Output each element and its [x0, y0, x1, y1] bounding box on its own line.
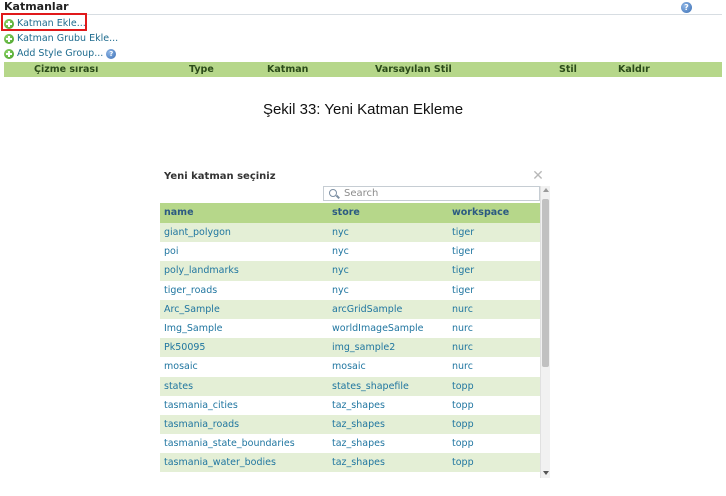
column-header-store[interactable]: store — [326, 203, 448, 223]
table-row[interactable]: tasmania_roads taz_shapes topp — [160, 414, 540, 435]
cell-name[interactable]: tasmania_roads — [160, 415, 326, 434]
cell-store: img_sample2 — [332, 342, 396, 354]
table-row[interactable]: tiger_roads nyc tiger — [160, 281, 540, 300]
add-layer-link[interactable]: Katman Ekle... — [4, 16, 722, 31]
cell-name[interactable]: poly_landmarks — [160, 261, 326, 280]
layer-table-header: Çizme sırası Type Katman Varsayılan Stil… — [4, 62, 722, 77]
column-header-remove[interactable]: Kaldır — [618, 62, 650, 77]
cell-workspace: topp — [452, 438, 474, 450]
cell-workspace: topp — [452, 380, 474, 392]
cell-store: taz_shapes — [332, 457, 385, 469]
cell-name[interactable]: tasmania_water_bodies — [160, 453, 326, 472]
cell-workspace: nurc — [452, 303, 473, 315]
cell-workspace: tiger — [452, 246, 475, 258]
search-row: Search — [160, 186, 551, 201]
cell-store: arcGridSample — [332, 303, 403, 315]
table-row[interactable]: tasmania_state_boundaries taz_shapes topp — [160, 434, 540, 453]
table-row[interactable]: Img_Sample worldImageSample nurc — [160, 319, 540, 338]
help-icon[interactable]: ? — [681, 2, 692, 13]
cell-store: nyc — [332, 265, 349, 277]
cell-store: mosaic — [332, 361, 366, 373]
select-layer-dialog: Yeni katman seçiniz ✕ Search name store … — [160, 168, 551, 480]
cell-workspace: tiger — [452, 284, 475, 296]
cell-name[interactable]: poi — [160, 242, 326, 261]
cell-name[interactable]: Pk50095 — [160, 338, 326, 357]
close-icon[interactable]: ✕ — [531, 169, 545, 183]
dialog-title-text: Yeni katman seçiniz — [164, 171, 276, 182]
cell-store: states_shapefile — [332, 380, 409, 392]
scroll-down-arrow-icon[interactable] — [543, 471, 549, 475]
cell-workspace: topp — [452, 457, 474, 469]
scroll-thumb[interactable] — [542, 199, 549, 367]
table-row[interactable]: states states_shapefile topp — [160, 376, 540, 396]
column-header-style[interactable]: Stil — [559, 62, 577, 77]
vertical-scrollbar[interactable] — [540, 186, 550, 478]
cell-workspace: nurc — [452, 342, 473, 354]
cell-name[interactable]: mosaic — [160, 357, 326, 376]
cell-store: nyc — [332, 246, 349, 258]
column-header-type[interactable]: Type — [189, 62, 214, 77]
cell-store: taz_shapes — [332, 399, 385, 411]
add-icon — [4, 48, 14, 59]
add-style-group-link[interactable]: Add Style Group... ? — [4, 46, 722, 61]
cell-name[interactable]: tasmania_cities — [160, 396, 326, 415]
add-icon — [4, 33, 14, 44]
cell-workspace: nurc — [452, 361, 473, 373]
cell-workspace: tiger — [452, 265, 475, 277]
help-icon[interactable]: ? — [106, 48, 117, 59]
add-style-group-label: Add Style Group... — [17, 47, 104, 59]
cell-workspace: topp — [452, 399, 474, 411]
table-row[interactable]: Pk50095 img_sample2 nurc — [160, 338, 540, 358]
cell-name[interactable]: Img_Sample — [160, 319, 326, 338]
add-layer-group-link[interactable]: Katman Grubu Ekle... — [4, 31, 722, 46]
cell-workspace: tiger — [452, 227, 475, 238]
add-layer-group-label: Katman Grubu Ekle... — [17, 32, 119, 44]
cell-name[interactable]: tasmania_state_boundaries — [160, 434, 326, 453]
cell-workspace: topp — [452, 418, 474, 430]
table-row[interactable]: tasmania_water_bodies taz_shapes topp — [160, 453, 540, 473]
cell-store: taz_shapes — [332, 438, 385, 450]
panel-title: Katmanlar — [4, 0, 69, 13]
add-icon — [4, 18, 14, 29]
column-header-workspace[interactable]: workspace — [448, 203, 540, 223]
table-row[interactable]: mosaic mosaic nurc — [160, 357, 540, 376]
grid-header: name store workspace — [160, 203, 540, 223]
cell-name[interactable]: tiger_roads — [160, 281, 326, 300]
layer-grid: name store workspace giant_polygon nyc tig… — [160, 203, 540, 473]
table-row[interactable]: giant_polygon nyc tiger — [160, 223, 540, 243]
cell-store: worldImageSample — [332, 322, 424, 334]
cell-workspace: nurc — [452, 322, 473, 334]
cell-store: taz_shapes — [332, 418, 385, 430]
table-row[interactable]: poi nyc tiger — [160, 242, 540, 261]
column-header-name[interactable]: name — [160, 203, 326, 223]
dialog-title: Yeni katman seçiniz ✕ — [160, 168, 551, 186]
table-row[interactable]: tasmania_cities taz_shapes topp — [160, 396, 540, 415]
cell-store: nyc — [332, 227, 349, 238]
table-row[interactable]: poly_landmarks nyc tiger — [160, 261, 540, 281]
column-header-default-style[interactable]: Varsayılan Stil — [375, 62, 452, 77]
cell-name[interactable]: giant_polygon — [160, 223, 326, 242]
figure-caption: Şekil 33: Yeni Katman Ekleme — [262, 101, 464, 118]
search-input[interactable]: Search — [323, 186, 540, 201]
table-row[interactable]: Arc_Sample arcGridSample nurc — [160, 299, 540, 319]
panel-header: Katmanlar ? — [4, 0, 722, 15]
layers-panel: Katmanlar ? Katman Ekle... Katman Grubu … — [1, 0, 722, 77]
cell-name[interactable]: states — [160, 377, 326, 396]
column-header-draw-order[interactable]: Çizme sırası — [34, 62, 98, 77]
column-header-layer[interactable]: Katman — [267, 62, 308, 77]
scroll-up-arrow-icon[interactable] — [543, 188, 549, 192]
cell-name[interactable]: Arc_Sample — [160, 300, 326, 319]
search-icon — [329, 189, 337, 197]
search-placeholder: Search — [344, 188, 379, 199]
cell-store: nyc — [332, 284, 349, 296]
